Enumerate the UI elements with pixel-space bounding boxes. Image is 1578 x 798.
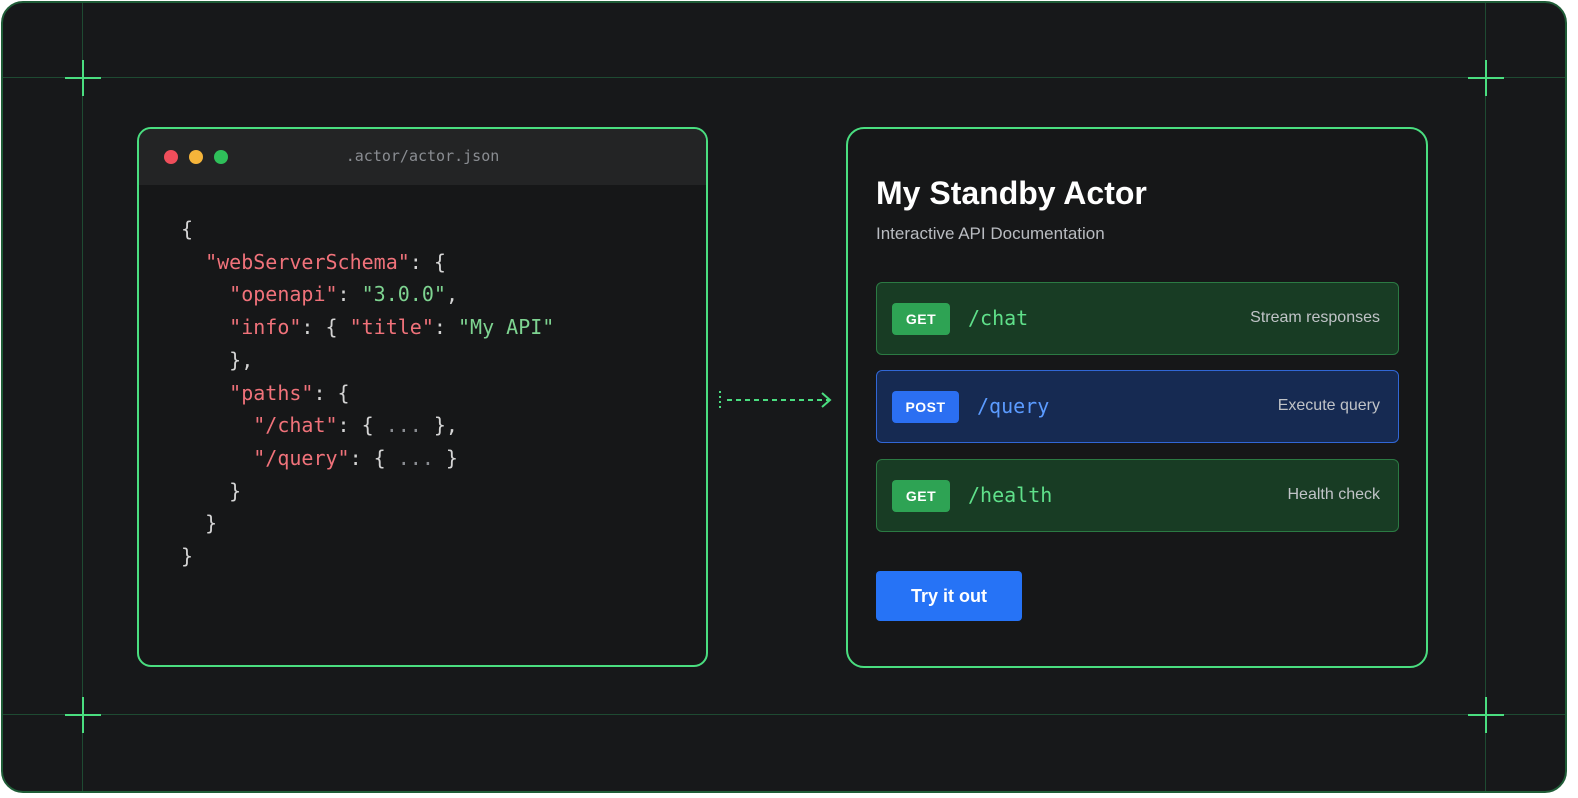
crosshair-bottom-left-icon [65, 697, 101, 733]
method-badge: GET [892, 303, 950, 335]
panel-subtitle: Interactive API Documentation [876, 224, 1105, 243]
method-badge: POST [892, 391, 959, 423]
method-badge: GET [892, 480, 950, 512]
crosshair-bottom-right-icon [1468, 697, 1504, 733]
code-window-titlebar: .actor/actor.json [139, 129, 706, 185]
endpoint-row-health[interactable]: GET /health Health check [876, 459, 1399, 532]
guide-line-bottom [3, 714, 1565, 715]
code-line: } [181, 478, 242, 503]
code-line: } [181, 511, 218, 536]
guide-line-right [1485, 3, 1486, 791]
code-block: { "webServerSchema": { "openapi": "3.0.0… [181, 213, 554, 573]
try-it-out-button[interactable]: Try it out [876, 571, 1022, 621]
guide-line-top [3, 77, 1565, 78]
crosshair-top-left-icon [65, 60, 101, 96]
endpoint-path: /chat [968, 306, 1029, 330]
endpoint-row-chat[interactable]: GET /chat Stream responses [876, 282, 1399, 355]
crosshair-top-right-icon [1468, 60, 1504, 96]
api-docs-panel: My Standby Actor Interactive API Documen… [846, 127, 1428, 668]
dashed-arrow-icon [719, 391, 832, 409]
endpoint-path: /query [977, 394, 1050, 418]
code-line: }, [181, 347, 254, 372]
endpoint-description: Health check [1287, 486, 1381, 503]
diagram-frame: .actor/actor.json { "webServerSchema": {… [1, 1, 1567, 793]
panel-title: My Standby Actor [876, 175, 1147, 211]
endpoint-row-query[interactable]: POST /query Execute query [876, 370, 1399, 443]
endpoint-description: Stream responses [1250, 309, 1380, 326]
guide-line-left [82, 3, 83, 791]
code-window: .actor/actor.json { "webServerSchema": {… [137, 127, 708, 667]
code-line: } [181, 544, 194, 569]
code-line: "openapi": "3.0.0", [229, 282, 458, 307]
endpoint-description: Execute query [1277, 397, 1380, 414]
code-line: "/query": { ... } [253, 445, 458, 470]
code-line: "info": { "title": "My API" [229, 315, 555, 340]
code-line: { [181, 217, 194, 241]
code-line: "/chat": { ... }, [253, 413, 458, 438]
code-line: "webServerSchema": { [205, 249, 446, 274]
code-line: "paths": { [229, 380, 350, 405]
endpoint-path: /health [968, 483, 1053, 507]
code-window-filename: .actor/actor.json [345, 147, 500, 165]
